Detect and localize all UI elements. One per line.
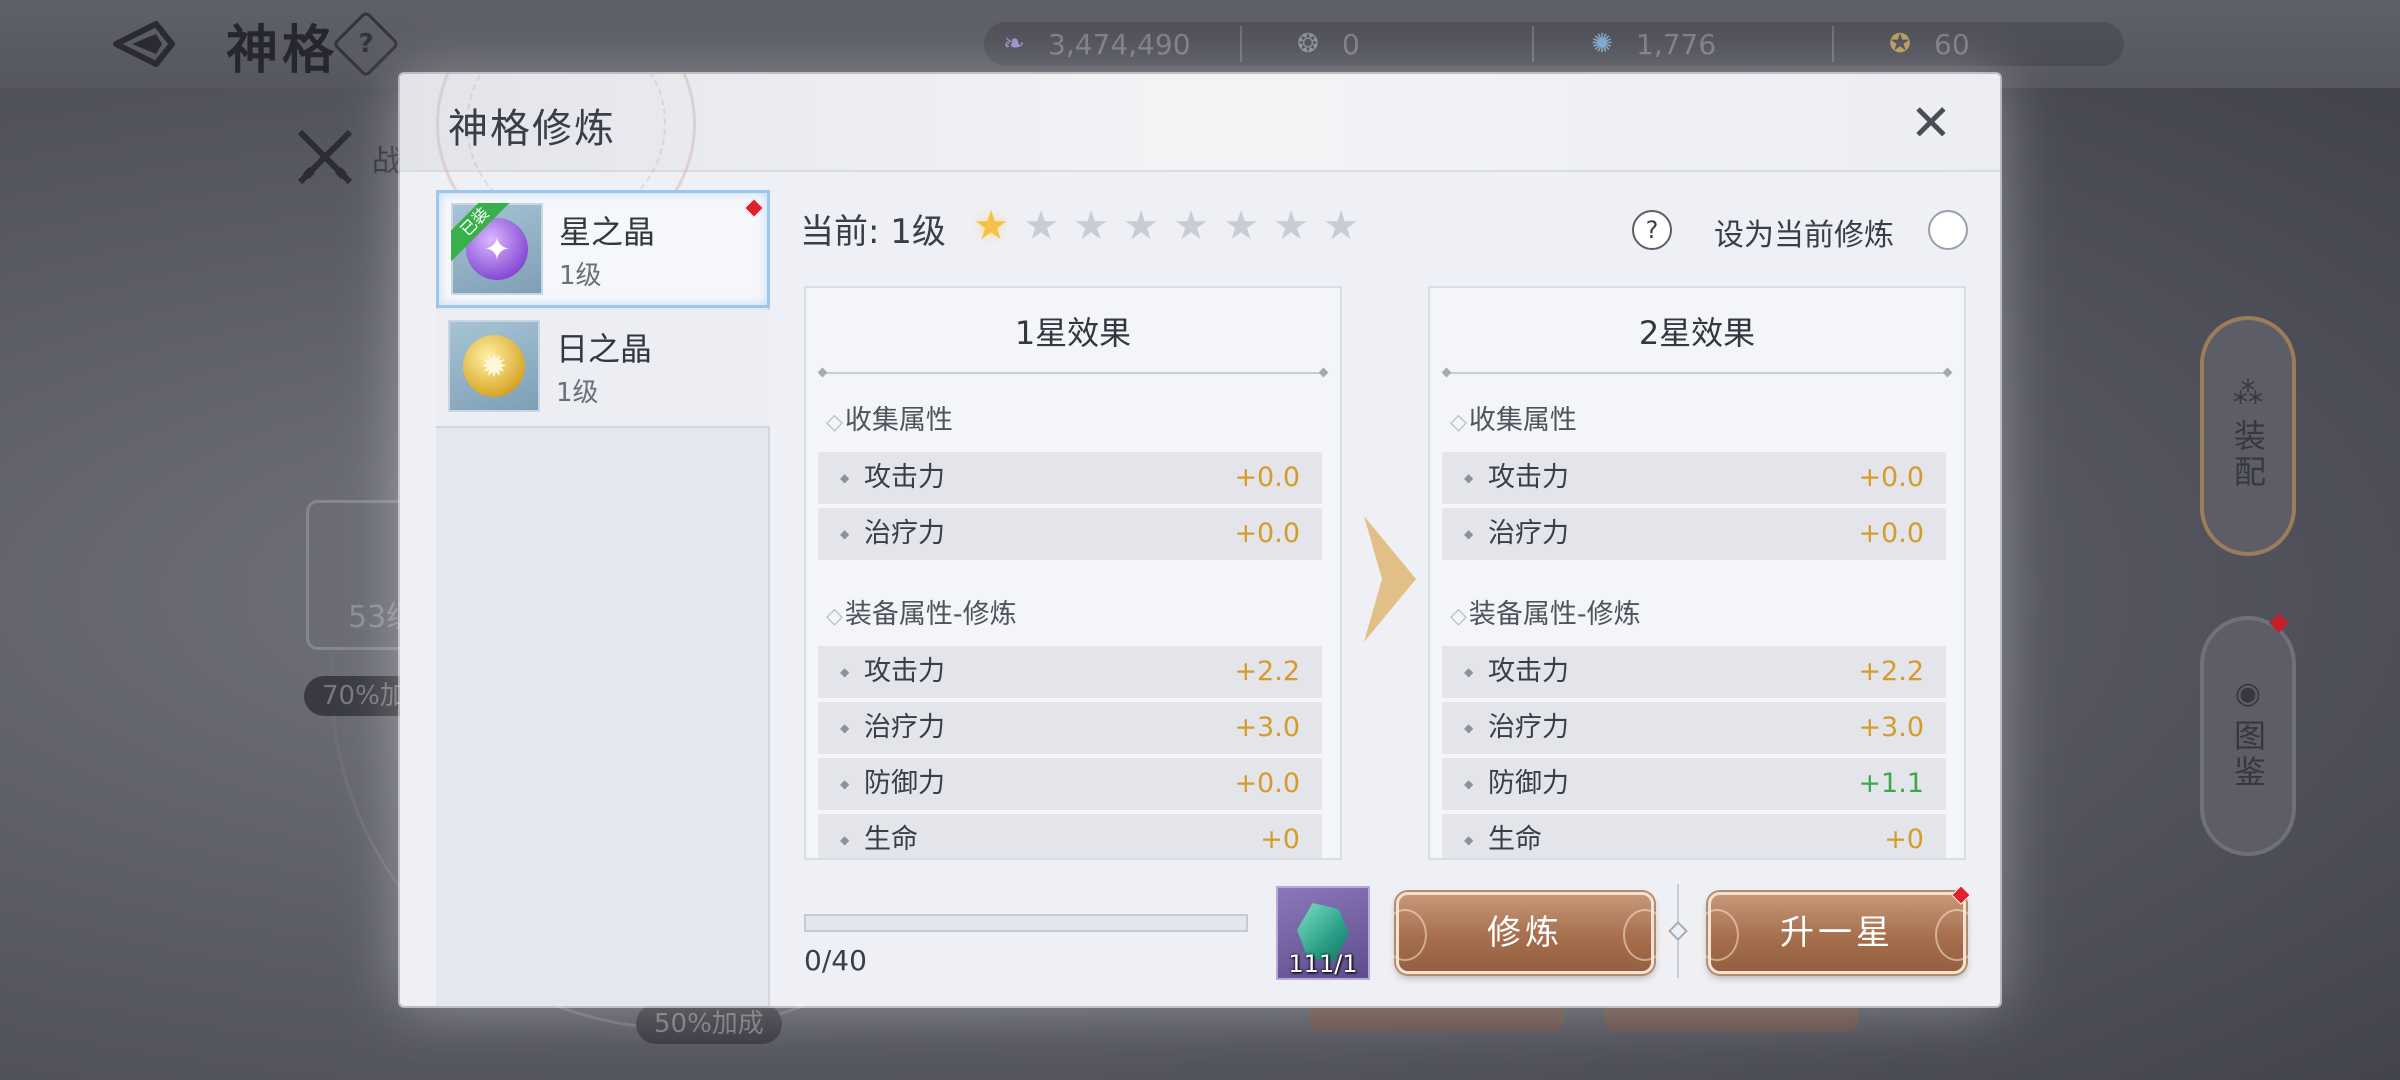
dialog-title: 神格修炼 xyxy=(448,106,616,152)
section-heading: 收集属性 xyxy=(1450,398,1577,437)
currency-medal: ✪ 60 xyxy=(1876,14,1970,74)
currency-value: 1,776 xyxy=(1636,27,1717,61)
attr-row: 治疗力+0.0 xyxy=(1442,508,1946,560)
panel-title: 1星效果 xyxy=(1014,314,1132,352)
star-empty-icon: ★ xyxy=(1073,203,1109,249)
currency-feather: ❧ 3,474,490 xyxy=(990,14,1191,74)
effect-panel-current: 1星效果 收集属性 攻击力+0.0 治疗力+0.0 装备属性-修炼 攻击力+2.… xyxy=(804,286,1342,860)
item-level: 1级 xyxy=(556,378,599,408)
star-empty-icon: ★ xyxy=(1123,203,1159,249)
side-label: 战 xyxy=(372,144,402,179)
attr-row: 治疗力+0.0 xyxy=(818,508,1322,560)
divider xyxy=(1446,372,1948,374)
crystal-coin-icon: ✺ xyxy=(1591,29,1613,59)
crystal-list: ✦ 已装 星之晶 1级 ✹ 日之晶 1级 xyxy=(436,190,770,1006)
attr-row: 防御力+1.1 xyxy=(1442,758,1946,810)
emblem-icon: ❂ xyxy=(1297,29,1319,59)
current-level: 当前: 1级 xyxy=(800,212,946,252)
divider xyxy=(822,372,1324,374)
attr-row: 攻击力+2.2 xyxy=(1442,646,1946,698)
cultivation-dialog: 神格修炼 ✕ ✦ 已装 星之晶 1级 ✹ 日之晶 1级 当前: 1级 ★ ★ ★ ★ ★… xyxy=(400,74,2000,1006)
currency-value: 60 xyxy=(1934,27,1970,61)
attr-row: 攻击力+2.2 xyxy=(818,646,1322,698)
help-icon[interactable]: ? xyxy=(1632,210,1672,250)
tab-label: 装配 xyxy=(2229,419,2267,491)
item-name: 日之晶 xyxy=(556,330,653,368)
medal-icon: ✪ xyxy=(1889,29,1911,59)
section-heading: 收集属性 xyxy=(826,398,953,437)
star-empty-icon: ★ xyxy=(1173,203,1209,249)
equip-icon: ⁂ xyxy=(2233,376,2263,411)
currency-emblem: ❂ 0 xyxy=(1284,14,1360,74)
currency-value: 3,474,490 xyxy=(1048,27,1191,61)
effect-panel-next: 2星效果 收集属性 攻击力+0.0 治疗力+0.0 装备属性-修炼 攻击力+2.… xyxy=(1428,286,1966,860)
training-progress-bar xyxy=(804,914,1248,932)
star-crystal-icon: ✦ 已装 xyxy=(451,203,543,295)
attr-row: 治疗力+3.0 xyxy=(1442,702,1946,754)
attr-row: 生命+0 xyxy=(1442,814,1946,858)
dialog-header: 神格修炼 ✕ xyxy=(400,74,2000,254)
attr-row: 防御力+0.0 xyxy=(818,758,1322,810)
list-item-star-crystal[interactable]: ✦ 已装 星之晶 1级 xyxy=(436,190,770,308)
attr-row: 攻击力+0.0 xyxy=(1442,452,1946,504)
tab-codex[interactable]: ◉ 图鉴 xyxy=(2200,616,2296,856)
star-empty-icon: ★ xyxy=(1273,203,1309,249)
crossed-swords-icon xyxy=(297,129,353,185)
notification-dot xyxy=(744,198,764,218)
bonus-pill: 50%加成 xyxy=(636,1004,782,1044)
star-empty-icon: ★ xyxy=(1223,203,1259,249)
attr-row: 治疗力+3.0 xyxy=(818,702,1322,754)
tab-equip[interactable]: ⁂ 装配 xyxy=(2200,316,2296,556)
item-level: 1级 xyxy=(559,261,602,291)
panel-title: 2星效果 xyxy=(1638,314,1756,352)
screen-title: 神格 xyxy=(226,21,339,81)
sun-crystal-icon: ✹ xyxy=(448,320,540,412)
back-arrow-icon[interactable] xyxy=(112,20,176,68)
material-count: 111/1 xyxy=(1288,950,1358,978)
star-filled-icon: ★ xyxy=(973,203,1009,249)
currency-crystal-coin: ✺ 1,776 xyxy=(1578,14,1716,74)
feather-icon: ❧ xyxy=(1003,29,1025,59)
attr-row: 生命+0 xyxy=(818,814,1322,858)
progress-text: 0/40 xyxy=(804,944,867,977)
attr-row: 攻击力+0.0 xyxy=(818,452,1322,504)
chevron-right-icon xyxy=(1364,516,1416,642)
star-empty-icon: ★ xyxy=(1023,203,1059,249)
close-icon[interactable]: ✕ xyxy=(1908,98,1954,148)
list-item-sun-crystal[interactable]: ✹ 日之晶 1级 xyxy=(436,310,770,428)
section-heading: 装备属性-修炼 xyxy=(1450,592,1641,631)
set-current-label: 设为当前修炼 xyxy=(1714,218,1894,253)
train-button[interactable]: 修炼 xyxy=(1383,892,1667,974)
equipped-badge: 已装 xyxy=(451,203,511,263)
star-empty-icon: ★ xyxy=(1323,203,1359,249)
currency-value: 0 xyxy=(1342,27,1360,61)
section-heading: 装备属性-修炼 xyxy=(826,592,1017,631)
item-name: 星之晶 xyxy=(559,213,656,251)
tab-label: 图鉴 xyxy=(2229,719,2267,791)
divider-ornament xyxy=(1668,921,1688,941)
codex-icon: ◉ xyxy=(2234,676,2262,711)
star-rating: ★ ★ ★ ★ ★ ★ ★ ★ xyxy=(966,202,1366,250)
upgrade-star-button[interactable]: 升一星 xyxy=(1695,892,1979,974)
set-current-radio[interactable] xyxy=(1928,210,1968,250)
